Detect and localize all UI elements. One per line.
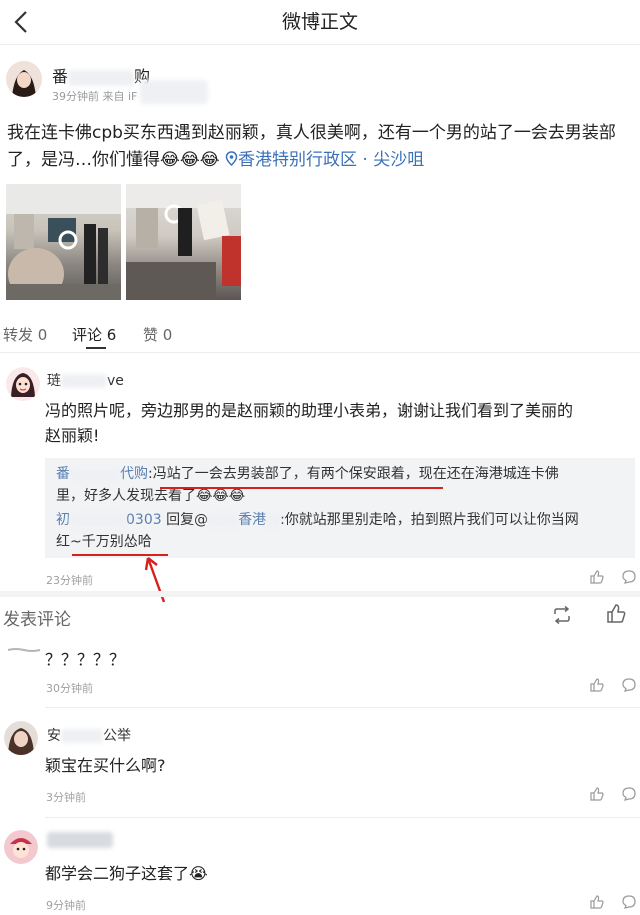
comment-avatar[interactable] (6, 640, 42, 652)
comment-bubble-icon[interactable] (622, 570, 636, 588)
page-title: 微博正文 (281, 11, 358, 33)
tabs-divider (0, 352, 640, 353)
post-text: 我在连卡佛cpb买东西遇到赵丽颖，真人很美啊，还有一个男的站了一会去男装部 了，… (7, 123, 616, 170)
author-avatar[interactable] (6, 61, 42, 97)
reply-2-mention[interactable]: 香港 (208, 512, 281, 528)
location-pin-icon (225, 151, 238, 167)
comment-bubble-icon[interactable] (622, 895, 636, 913)
post-image-2[interactable] (126, 184, 241, 300)
section-divider (0, 591, 640, 597)
post-meta: 39分钟前 来自 iF (52, 90, 138, 103)
tab-repost[interactable]: 转发 0 (3, 324, 47, 345)
reply-1: 番代购:冯站了一会去男装部了，有两个保安跟着，现在还在海港城连卡佛 里，好多人发… (56, 466, 559, 504)
section-title: 发表评论 (3, 610, 71, 630)
comment-bubble-icon[interactable] (622, 678, 636, 696)
comment-text: ？？？？？ (45, 650, 126, 669)
reply-2: 初 0303 回复@ 香港:你就站那里别走哈，拍到照片我们可以让你当网 红~千万别怂… (56, 512, 579, 550)
highlighted-reply-text: 冯站了一会去男装部了，有两个保安跟着 (152, 466, 405, 482)
comment-time: 9分钟前 (46, 899, 86, 912)
comment-avatar[interactable] (4, 721, 38, 755)
post-image-1[interactable] (6, 184, 121, 300)
repost-icon[interactable] (552, 605, 572, 628)
comment-time: 23分钟前 (46, 574, 93, 587)
commenter-name[interactable]: 安公举 (47, 725, 131, 745)
highlight-underline-1 (160, 487, 443, 489)
annotation-arrow-icon (144, 557, 166, 603)
comment-avatar[interactable] (4, 830, 38, 864)
commenter-name-redacted[interactable] (47, 832, 113, 848)
comment-text: 冯的照片呢，旁边那男的是赵丽颖的助理小表弟，谢谢让我们看到了美丽的 赵丽颖! (45, 401, 574, 445)
comment-text: 都学会二狗子这套了😭 (45, 864, 208, 883)
reply-2-author[interactable]: 初 0303 (56, 512, 162, 528)
thumbs-up-icon[interactable] (590, 895, 604, 913)
thumbs-up-icon[interactable] (590, 678, 604, 696)
highlighted-reply-text-2: 千万别怂哈 (81, 534, 152, 550)
comment-time: 3分钟前 (46, 791, 86, 804)
comment-time: 30分钟前 (46, 682, 93, 695)
reply-1-author[interactable]: 番代购 (56, 466, 148, 482)
tab-comments[interactable]: 评论 6 (72, 324, 116, 345)
commenter-name[interactable]: 琏 ve (47, 370, 124, 390)
thumbs-up-icon[interactable] (590, 787, 604, 805)
location-link[interactable]: 香港特别行政区 · 尖沙咀 (220, 150, 424, 170)
post-meta-redacted (140, 80, 208, 104)
commenter-avatar[interactable] (6, 367, 40, 401)
thumbs-up-icon[interactable] (590, 570, 604, 588)
comment-text: 颖宝在买什么啊? (45, 756, 166, 775)
comment-bubble-icon[interactable] (622, 787, 636, 805)
comment-divider (45, 817, 640, 818)
like-icon[interactable] (606, 604, 626, 628)
tab-likes[interactable]: 赞 0 (143, 324, 172, 345)
comment-divider (45, 707, 640, 708)
active-tab-indicator (86, 347, 106, 349)
